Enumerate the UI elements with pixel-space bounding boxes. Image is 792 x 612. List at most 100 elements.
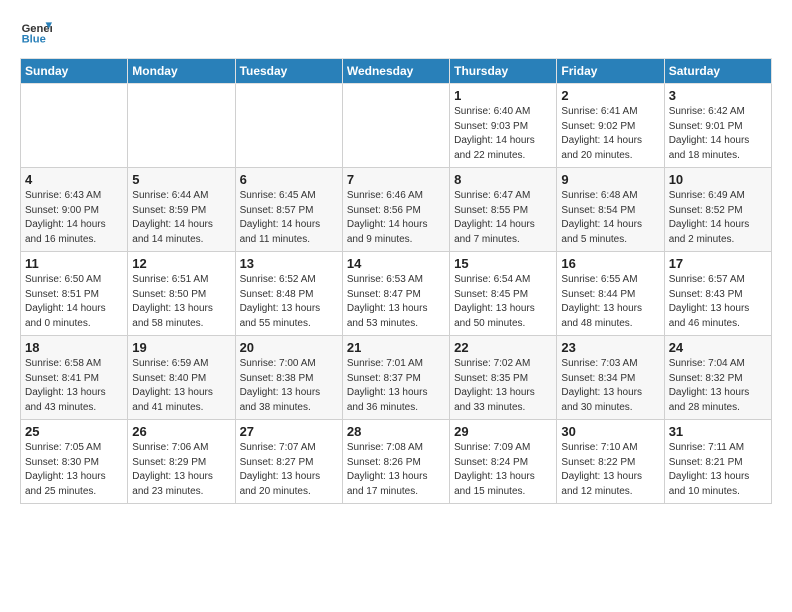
- day-number: 20: [240, 340, 338, 355]
- calendar-cell: 24Sunrise: 7:04 AM Sunset: 8:32 PM Dayli…: [664, 336, 771, 420]
- header: General Blue: [20, 16, 772, 48]
- day-number: 16: [561, 256, 659, 271]
- col-header-wednesday: Wednesday: [342, 59, 449, 84]
- calendar-cell: 15 Sunrise: 6:54 AM Sunset: 8:45 PM Dayli…: [450, 252, 557, 336]
- day-content: Sunrise: 7:02 AM Sunset: 8:35 PM Dayligh…: [454, 357, 552, 415]
- day-number: 1: [454, 88, 552, 103]
- day-content: Sunrise: 6:50 AM Sunset: 8:51 PM Dayligh…: [25, 273, 123, 331]
- day-content: Sunrise: 6:53 AM Sunset: 8:47 PM Dayligh…: [347, 273, 445, 331]
- calendar-cell: 16 Sunrise: 6:55 AM Sunset: 8:44 PM Dayli…: [557, 252, 664, 336]
- calendar-cell: 25 Sunrise: 7:05 AM Sunset: 8:30 PM Dayli…: [21, 420, 128, 504]
- day-number: 6: [240, 172, 338, 187]
- day-number: 19: [132, 340, 230, 355]
- day-number: 21: [347, 340, 445, 355]
- calendar-cell: 12Sunrise: 6:51 AM Sunset: 8:50 PM Dayli…: [128, 252, 235, 336]
- day-content: Sunrise: 7:05 AM Sunset: 8:30 PM Dayligh…: [25, 441, 123, 499]
- day-content: Sunrise: 6:44 AM Sunset: 8:59 PM Dayligh…: [132, 189, 230, 247]
- day-number: 22: [454, 340, 552, 355]
- calendar-cell: 6 Sunrise: 6:45 AM Sunset: 8:57 PM Daylig…: [235, 168, 342, 252]
- day-content: Sunrise: 7:11 AM Sunset: 8:21 PM Dayligh…: [669, 441, 767, 499]
- logo: General Blue: [20, 16, 56, 48]
- day-content: Sunrise: 6:40 AM Sunset: 9:03 PM Dayligh…: [454, 105, 552, 163]
- calendar-cell: 26 Sunrise: 7:06 AM Sunset: 8:29 PM Dayli…: [128, 420, 235, 504]
- calendar-cell: [235, 84, 342, 168]
- day-number: 30: [561, 424, 659, 439]
- day-content: Sunrise: 6:55 AM Sunset: 8:44 PM Dayligh…: [561, 273, 659, 331]
- col-header-thursday: Thursday: [450, 59, 557, 84]
- calendar-cell: 18 Sunrise: 6:58 AM Sunset: 8:41 PM Dayli…: [21, 336, 128, 420]
- day-number: 14: [347, 256, 445, 271]
- calendar-cell: 23Sunrise: 7:03 AM Sunset: 8:34 PM Dayli…: [557, 336, 664, 420]
- day-number: 31: [669, 424, 767, 439]
- day-number: 24: [669, 340, 767, 355]
- calendar-cell: 8Sunrise: 6:47 AM Sunset: 8:55 PM Daylig…: [450, 168, 557, 252]
- day-number: 10: [669, 172, 767, 187]
- day-content: Sunrise: 6:49 AM Sunset: 8:52 PM Dayligh…: [669, 189, 767, 247]
- calendar-cell: 1 Sunrise: 6:40 AM Sunset: 9:03 PM Daylig…: [450, 84, 557, 168]
- calendar-cell: 2 Sunrise: 6:41 AM Sunset: 9:02 PM Daylig…: [557, 84, 664, 168]
- day-content: Sunrise: 6:46 AM Sunset: 8:56 PM Dayligh…: [347, 189, 445, 247]
- day-number: 2: [561, 88, 659, 103]
- day-content: Sunrise: 6:52 AM Sunset: 8:48 PM Dayligh…: [240, 273, 338, 331]
- calendar-page: General Blue SundayMondayTuesdayWednesda…: [0, 0, 792, 612]
- day-number: 5: [132, 172, 230, 187]
- calendar-cell: 7Sunrise: 6:46 AM Sunset: 8:56 PM Daylig…: [342, 168, 449, 252]
- week-row-1: 1 Sunrise: 6:40 AM Sunset: 9:03 PM Daylig…: [21, 84, 772, 168]
- calendar-cell: 21Sunrise: 7:01 AM Sunset: 8:37 PM Dayli…: [342, 336, 449, 420]
- logo-icon: General Blue: [20, 16, 52, 48]
- calendar-cell: 22 Sunrise: 7:02 AM Sunset: 8:35 PM Dayli…: [450, 336, 557, 420]
- calendar-cell: 17Sunrise: 6:57 AM Sunset: 8:43 PM Dayli…: [664, 252, 771, 336]
- calendar-cell: [128, 84, 235, 168]
- header-row: SundayMondayTuesdayWednesdayThursdayFrid…: [21, 59, 772, 84]
- col-header-saturday: Saturday: [664, 59, 771, 84]
- calendar-cell: [21, 84, 128, 168]
- calendar-cell: 28Sunrise: 7:08 AM Sunset: 8:26 PM Dayli…: [342, 420, 449, 504]
- day-number: 23: [561, 340, 659, 355]
- calendar-cell: 29Sunrise: 7:09 AM Sunset: 8:24 PM Dayli…: [450, 420, 557, 504]
- calendar-cell: 30 Sunrise: 7:10 AM Sunset: 8:22 PM Dayli…: [557, 420, 664, 504]
- calendar-cell: 10 Sunrise: 6:49 AM Sunset: 8:52 PM Dayli…: [664, 168, 771, 252]
- calendar-cell: 5 Sunrise: 6:44 AM Sunset: 8:59 PM Daylig…: [128, 168, 235, 252]
- day-content: Sunrise: 7:06 AM Sunset: 8:29 PM Dayligh…: [132, 441, 230, 499]
- day-number: 29: [454, 424, 552, 439]
- col-header-tuesday: Tuesday: [235, 59, 342, 84]
- day-content: Sunrise: 6:42 AM Sunset: 9:01 PM Dayligh…: [669, 105, 767, 163]
- calendar-cell: 3 Sunrise: 6:42 AM Sunset: 9:01 PM Daylig…: [664, 84, 771, 168]
- day-content: Sunrise: 6:48 AM Sunset: 8:54 PM Dayligh…: [561, 189, 659, 247]
- calendar-cell: 9 Sunrise: 6:48 AM Sunset: 8:54 PM Daylig…: [557, 168, 664, 252]
- day-number: 8: [454, 172, 552, 187]
- day-number: 27: [240, 424, 338, 439]
- week-row-3: 11Sunrise: 6:50 AM Sunset: 8:51 PM Dayli…: [21, 252, 772, 336]
- col-header-monday: Monday: [128, 59, 235, 84]
- week-row-4: 18 Sunrise: 6:58 AM Sunset: 8:41 PM Dayli…: [21, 336, 772, 420]
- day-number: 15: [454, 256, 552, 271]
- day-number: 25: [25, 424, 123, 439]
- day-content: Sunrise: 7:07 AM Sunset: 8:27 PM Dayligh…: [240, 441, 338, 499]
- calendar-cell: 27 Sunrise: 7:07 AM Sunset: 8:27 PM Dayli…: [235, 420, 342, 504]
- day-number: 4: [25, 172, 123, 187]
- day-content: Sunrise: 6:45 AM Sunset: 8:57 PM Dayligh…: [240, 189, 338, 247]
- calendar-cell: 13 Sunrise: 6:52 AM Sunset: 8:48 PM Dayli…: [235, 252, 342, 336]
- day-number: 3: [669, 88, 767, 103]
- calendar-table: SundayMondayTuesdayWednesdayThursdayFrid…: [20, 58, 772, 504]
- week-row-2: 4Sunrise: 6:43 AM Sunset: 9:00 PM Daylig…: [21, 168, 772, 252]
- calendar-cell: 14 Sunrise: 6:53 AM Sunset: 8:47 PM Dayli…: [342, 252, 449, 336]
- day-number: 26: [132, 424, 230, 439]
- day-content: Sunrise: 6:57 AM Sunset: 8:43 PM Dayligh…: [669, 273, 767, 331]
- week-row-5: 25 Sunrise: 7:05 AM Sunset: 8:30 PM Dayli…: [21, 420, 772, 504]
- calendar-cell: 31 Sunrise: 7:11 AM Sunset: 8:21 PM Dayli…: [664, 420, 771, 504]
- day-number: 12: [132, 256, 230, 271]
- day-content: Sunrise: 7:10 AM Sunset: 8:22 PM Dayligh…: [561, 441, 659, 499]
- day-content: Sunrise: 6:59 AM Sunset: 8:40 PM Dayligh…: [132, 357, 230, 415]
- day-content: Sunrise: 6:58 AM Sunset: 8:41 PM Dayligh…: [25, 357, 123, 415]
- day-number: 18: [25, 340, 123, 355]
- day-content: Sunrise: 6:54 AM Sunset: 8:45 PM Dayligh…: [454, 273, 552, 331]
- day-number: 9: [561, 172, 659, 187]
- day-content: Sunrise: 7:00 AM Sunset: 8:38 PM Dayligh…: [240, 357, 338, 415]
- day-content: Sunrise: 6:41 AM Sunset: 9:02 PM Dayligh…: [561, 105, 659, 163]
- calendar-cell: 4Sunrise: 6:43 AM Sunset: 9:00 PM Daylig…: [21, 168, 128, 252]
- col-header-sunday: Sunday: [21, 59, 128, 84]
- calendar-cell: 19 Sunrise: 6:59 AM Sunset: 8:40 PM Dayli…: [128, 336, 235, 420]
- day-number: 13: [240, 256, 338, 271]
- day-content: Sunrise: 7:08 AM Sunset: 8:26 PM Dayligh…: [347, 441, 445, 499]
